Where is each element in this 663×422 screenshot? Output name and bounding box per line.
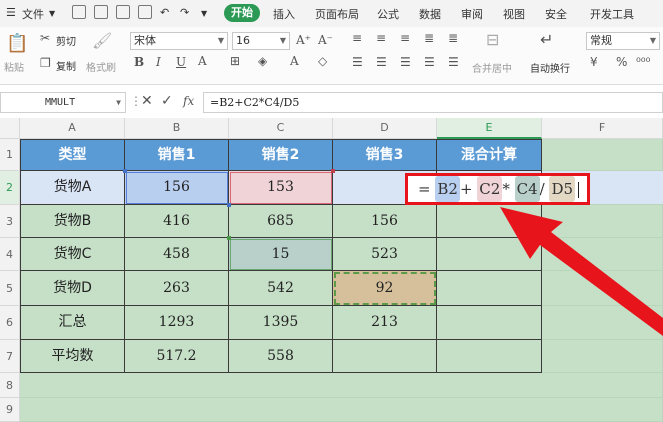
red-arrow-annotation [500,207,663,336]
arrow-shape [500,207,663,336]
